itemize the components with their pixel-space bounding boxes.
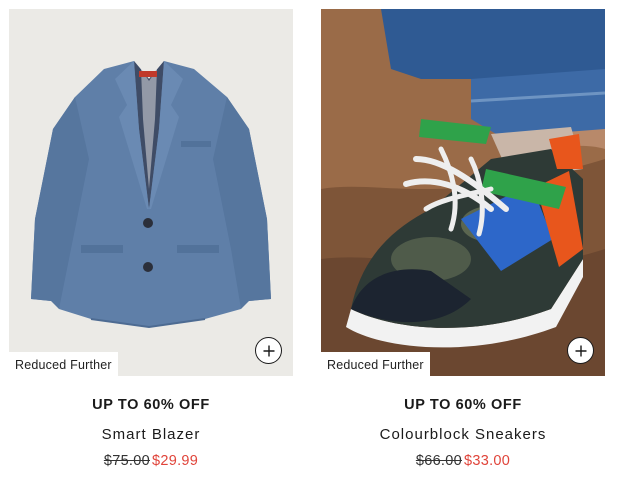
reduced-badge: Reduced Further [321, 352, 430, 376]
product-name[interactable]: Smart Blazer [9, 426, 293, 443]
sale-price: $33.00 [464, 453, 511, 469]
promo-text: UP TO 60% OFF [404, 397, 522, 413]
plus-icon [263, 345, 274, 356]
blazer-photo [9, 9, 293, 376]
price-row: $66.00 $33.00 [321, 453, 605, 469]
plus-icon [575, 345, 586, 356]
original-price: $66.00 [415, 453, 462, 469]
product-image-link[interactable]: Reduced Further [321, 9, 605, 376]
product-card[interactable]: Reduced Further UP TO 60% OFF Smart Blaz… [9, 9, 293, 469]
product-name[interactable]: Colourblock Sneakers [321, 426, 605, 443]
product-image-link[interactable]: Reduced Further [9, 9, 293, 376]
sale-price: $29.99 [152, 453, 199, 469]
original-price: $75.00 [103, 453, 150, 469]
price-row: $75.00 $29.99 [9, 453, 293, 469]
add-to-bag-button[interactable] [255, 337, 282, 364]
add-to-bag-button[interactable] [567, 337, 594, 364]
reduced-badge: Reduced Further [9, 352, 118, 376]
promo-text: UP TO 60% OFF [92, 397, 210, 413]
product-info: UP TO 60% OFF Smart Blazer $75.00 $29.99 [9, 397, 293, 469]
product-card[interactable]: Reduced Further UP TO 60% OFF Colourbloc… [321, 9, 605, 469]
product-info: UP TO 60% OFF Colourblock Sneakers $66.0… [321, 397, 605, 469]
sneakers-photo [321, 9, 605, 376]
